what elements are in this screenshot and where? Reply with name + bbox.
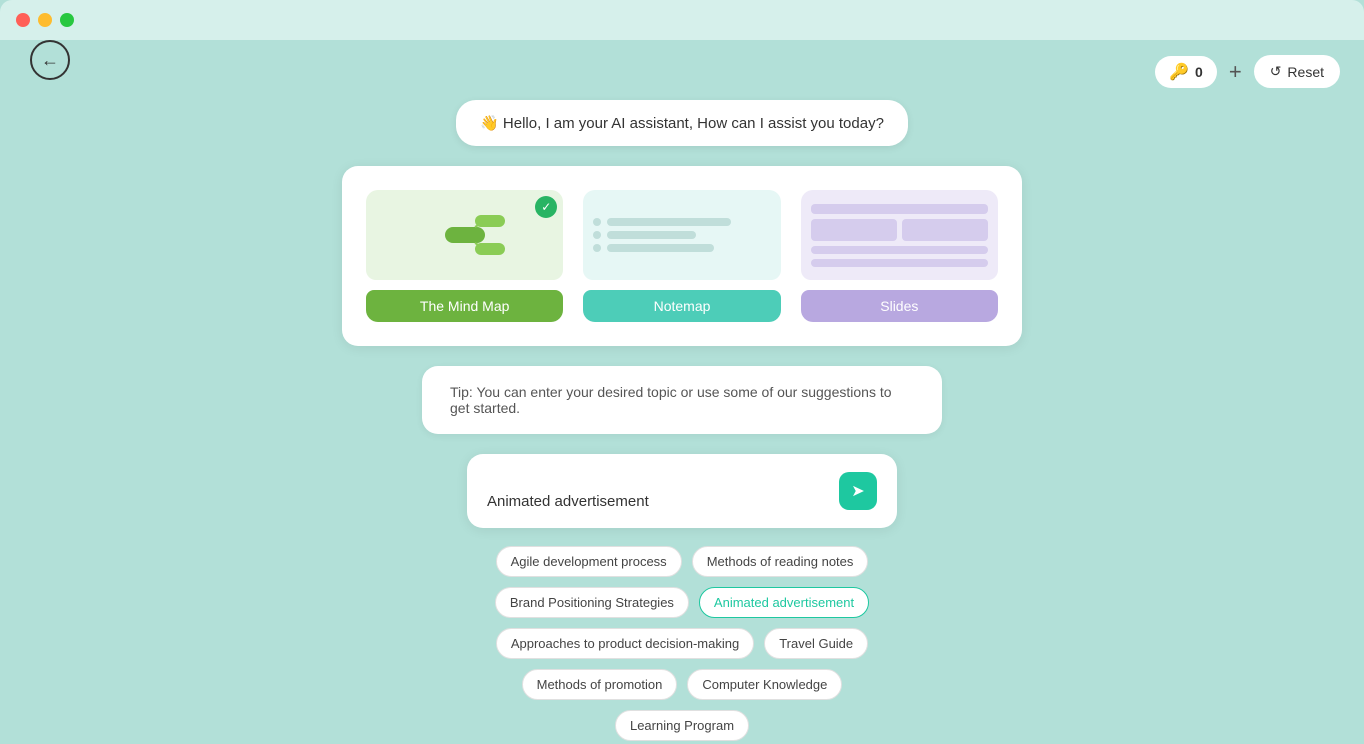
notemap-preview <box>583 190 780 280</box>
add-button[interactable]: + <box>1229 59 1242 85</box>
top-right-controls: 🔑 0 + ↺ Reset <box>1155 55 1340 88</box>
reset-label: Reset <box>1287 64 1324 80</box>
suggestion-chip[interactable]: Agile development process <box>496 546 682 577</box>
mindmap-preview: ✓ <box>366 190 563 280</box>
greeting-text: Hello, I am your AI assistant, How can I… <box>503 115 884 132</box>
send-button[interactable]: ➤ <box>839 472 877 510</box>
titlebar <box>0 0 1364 40</box>
suggestion-chip[interactable]: Methods of reading notes <box>692 546 869 577</box>
mindmap-icon <box>405 205 525 265</box>
tip-text: Tip: You can enter your desired topic or… <box>450 384 892 416</box>
suggestion-chip[interactable]: Brand Positioning Strategies <box>495 587 689 618</box>
close-button[interactable] <box>16 13 30 27</box>
tip-box: Tip: You can enter your desired topic or… <box>422 366 942 434</box>
slides-label: Slides <box>801 290 998 322</box>
suggestion-chip[interactable]: Approaches to product decision-making <box>496 628 754 659</box>
notemap-lines <box>583 208 780 262</box>
input-row: ➤ <box>487 472 877 510</box>
input-section: ➤ Agile development process Methods of re… <box>467 454 897 741</box>
suggestion-chip[interactable]: Methods of promotion <box>522 669 678 700</box>
input-area: ➤ <box>467 454 897 528</box>
score-value: 0 <box>1195 64 1203 80</box>
main-content: 👋 Hello, I am your AI assistant, How can… <box>0 100 1364 741</box>
topic-input[interactable] <box>487 493 829 510</box>
template-notemap[interactable]: Notemap <box>583 190 780 322</box>
greeting-bubble: 👋 Hello, I am your AI assistant, How can… <box>456 100 908 146</box>
reset-button[interactable]: ↺ Reset <box>1254 55 1340 88</box>
reset-icon: ↺ <box>1270 63 1282 80</box>
notemap-label: Notemap <box>583 290 780 322</box>
slides-grid <box>801 194 998 277</box>
score-icon: 🔑 <box>1169 62 1189 82</box>
selected-check: ✓ <box>535 196 557 218</box>
template-slides[interactable]: Slides <box>801 190 998 322</box>
template-card: ✓ The Mind Map Notemap <box>342 166 1022 346</box>
suggestion-chip[interactable]: Travel Guide <box>764 628 868 659</box>
slides-preview <box>801 190 998 280</box>
score-badge: 🔑 0 <box>1155 56 1217 88</box>
maximize-button[interactable] <box>60 13 74 27</box>
suggestion-chip[interactable]: Learning Program <box>615 710 749 741</box>
suggestions-list: Agile development process Methods of read… <box>467 546 897 741</box>
send-icon: ➤ <box>851 481 864 501</box>
back-button[interactable]: ← <box>30 40 70 80</box>
mindmap-label: The Mind Map <box>366 290 563 322</box>
greeting-emoji: 👋 <box>480 115 503 132</box>
template-mindmap[interactable]: ✓ The Mind Map <box>366 190 563 322</box>
minimize-button[interactable] <box>38 13 52 27</box>
suggestion-chip[interactable]: Animated advertisement <box>699 587 869 618</box>
suggestion-chip[interactable]: Computer Knowledge <box>687 669 842 700</box>
